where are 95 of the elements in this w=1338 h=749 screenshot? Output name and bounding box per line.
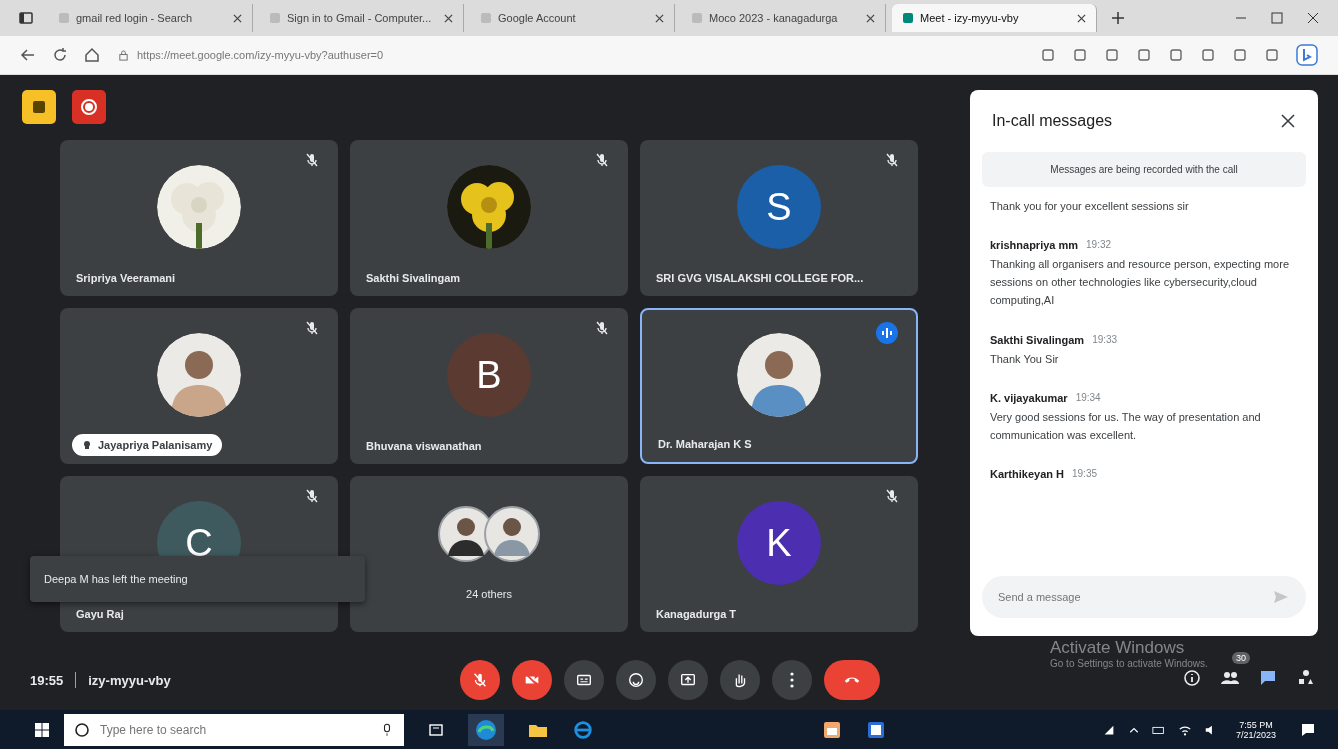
participant-name: Sakthi Sivalingam	[366, 272, 461, 284]
participant-name: Bhuvana viswanathan	[366, 440, 482, 452]
hand-button[interactable]	[720, 660, 760, 700]
search-field[interactable]: Type here to search	[64, 713, 404, 746]
toolbar-icon[interactable]	[1072, 47, 1088, 63]
participant-name: Jayapriya Palanisamy	[98, 439, 213, 451]
new-tab-icon[interactable]	[1111, 11, 1125, 25]
toolbar-icon[interactable]	[1168, 47, 1184, 63]
count-badge: 30	[1232, 652, 1250, 664]
microphone-icon[interactable]	[382, 722, 392, 737]
close-icon[interactable]	[866, 13, 875, 23]
present-button[interactable]	[668, 660, 708, 700]
page-icon	[58, 12, 70, 24]
browser-tab[interactable]: Moco 2023 - kanagadurga	[681, 4, 886, 32]
close-icon[interactable]	[1077, 13, 1086, 23]
emoji-button[interactable]	[616, 660, 656, 700]
message-input[interactable]: Send a message	[982, 576, 1306, 618]
toolbar-icon[interactable]	[1040, 47, 1056, 63]
toolbar-icon[interactable]	[1264, 47, 1280, 63]
avatar: B	[447, 333, 531, 417]
message-sender: K. vijayakumar	[990, 391, 1068, 404]
participant-name: Kanagadurga T	[656, 608, 737, 620]
close-icon[interactable]	[1280, 113, 1296, 129]
message-text: Thanking all organisers and resource person, expecting more sessions on other technologies like cybersecurity,cloud computing,AI	[990, 257, 1290, 309]
clock-date: 7/21/2023	[1235, 729, 1276, 740]
activation-title: Activate Windows	[1050, 638, 1186, 658]
message-sender: krishnapriya mm	[990, 239, 1079, 252]
message-time: 19:33	[1092, 333, 1118, 346]
emoji-icon	[627, 671, 645, 689]
chat-icon	[1258, 668, 1278, 688]
participant-name: Dr. Maharajan K S	[658, 438, 752, 450]
home-icon[interactable]	[84, 47, 100, 63]
audio-level-icon	[876, 322, 898, 344]
message-time: 19:32	[1086, 239, 1112, 252]
more-icon	[790, 671, 794, 689]
browser-tab[interactable]: Meet - izy-myyu-vby	[892, 4, 1097, 32]
message-text: Thank You Sir	[990, 351, 1060, 367]
message-time: 19:34	[1075, 391, 1101, 404]
info-icon	[1182, 668, 1202, 688]
maximize-icon[interactable]	[1270, 11, 1284, 25]
message-text: Very good sessions for us. The way of presentation and communication was excellent.	[990, 409, 1262, 443]
close-icon[interactable]	[1306, 11, 1320, 25]
calendar-app-icon[interactable]	[822, 719, 842, 740]
toolbar-icon[interactable]	[1200, 47, 1216, 63]
page-icon	[480, 12, 492, 24]
page-icon	[269, 12, 281, 24]
leave-button[interactable]	[824, 660, 880, 700]
participant-name: SRI GVG VISALAKSHI COLLEGE FOR...	[656, 272, 864, 284]
activation-message: Go to Settings to activate Windows.	[1050, 658, 1208, 669]
edge-icon[interactable]	[468, 713, 504, 746]
back-icon[interactable]	[20, 47, 36, 63]
windows-icon[interactable]	[34, 721, 50, 738]
avatar: K	[737, 501, 821, 585]
meeting-code: izy-myyu-vby	[88, 672, 171, 688]
meeting-time: 19:55	[30, 672, 64, 688]
participant-name: 24 others	[465, 588, 513, 600]
close-icon[interactable]	[655, 13, 664, 23]
message-sender: Karthikeyan H	[990, 468, 1064, 480]
mic-button[interactable]	[460, 660, 500, 700]
task-view-icon[interactable]	[428, 721, 444, 738]
participant-name: Sripriya Veeramani	[76, 272, 176, 284]
toolbar-icon[interactable]	[1232, 47, 1248, 63]
close-icon[interactable]	[444, 13, 453, 23]
tab-actions-icon[interactable]	[18, 10, 34, 26]
banner-text: Messages are being recorded with the call	[1050, 164, 1238, 175]
clock[interactable]: 7:55 PM 7/21/2023	[1235, 719, 1276, 740]
toolbar-icon[interactable]	[1136, 47, 1152, 63]
recording-icon[interactable]	[72, 90, 106, 124]
message-sender: Sakthi Sivalingam	[990, 333, 1085, 346]
browser-tab[interactable]: gmail red login - Search	[48, 4, 253, 32]
page-icon	[902, 12, 914, 24]
pin-icon	[82, 440, 92, 450]
close-icon[interactable]	[233, 13, 242, 23]
lock-icon	[118, 49, 129, 61]
document-app-icon[interactable]	[866, 719, 886, 740]
mic-off-icon	[471, 671, 489, 689]
more-button[interactable]	[772, 660, 812, 700]
search-icon	[74, 721, 90, 738]
camera-button[interactable]	[512, 660, 552, 700]
panel-title: In-call messages	[992, 112, 1113, 130]
ie-icon[interactable]	[572, 718, 594, 741]
page-icon	[691, 12, 703, 24]
captions-button[interactable]	[564, 660, 604, 700]
avatar: S	[737, 165, 821, 249]
toolbar-icon[interactable]	[1104, 47, 1120, 63]
browser-tab[interactable]: Google Account	[470, 4, 675, 32]
clock-time: 7:55 PM	[1239, 719, 1273, 730]
refresh-icon[interactable]	[52, 47, 68, 63]
message-time: 19:35	[1072, 468, 1097, 480]
notifications-icon[interactable]	[1300, 721, 1316, 738]
bing-icon[interactable]	[1296, 44, 1318, 66]
browser-tab[interactable]: Sign in to Gmail - Computer...	[259, 4, 464, 32]
person-avatar	[484, 506, 540, 562]
message-text: Thank you for your excellent sessions sir	[990, 199, 1190, 214]
participant-name: Gayu Raj	[76, 608, 124, 620]
